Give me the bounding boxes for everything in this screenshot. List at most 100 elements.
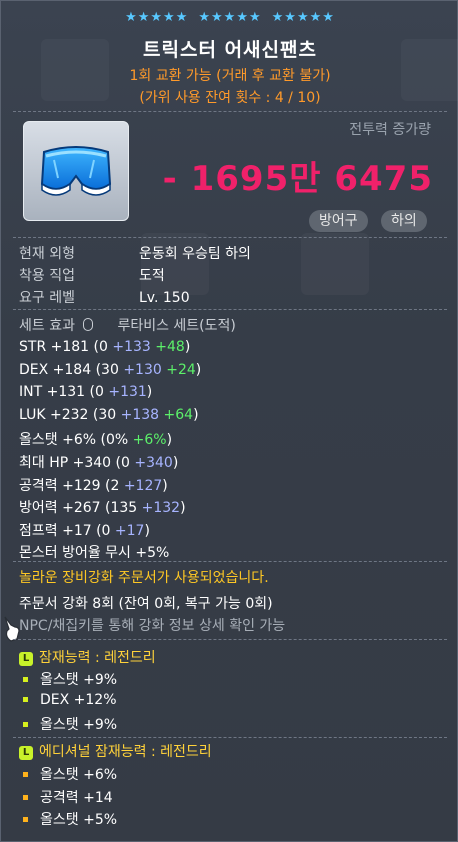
divider xyxy=(13,639,447,641)
stat-row: LUK +232 (30 +138 +64) xyxy=(19,407,199,423)
stat-name: 몬스터 방어율 무시 xyxy=(19,545,136,562)
stat-row: 공격력 +129 (2 +127) xyxy=(19,475,168,495)
bullet-icon xyxy=(23,817,28,822)
stat-enhance: +340 xyxy=(134,455,173,471)
star-icon: ★ xyxy=(284,10,297,25)
stat-base: (30 xyxy=(88,406,121,423)
info-row-job: 착용 직업 도적 xyxy=(19,265,165,285)
potential-text: 올스탯 +5% xyxy=(40,812,118,828)
info-key: 요구 레벨 xyxy=(19,290,75,306)
stat-base: (135 xyxy=(100,500,142,517)
potential-text: 올스탯 +6% xyxy=(40,767,118,783)
stat-enhance: +132 xyxy=(141,500,181,517)
stat-base: (30 xyxy=(91,361,124,378)
star-icon: ★ xyxy=(150,10,164,25)
stat-close: ) xyxy=(146,384,153,401)
star-icon: ★ xyxy=(137,10,151,25)
stat-bonus: +48 xyxy=(150,339,185,355)
combat-power-value: - 1695만 6475 xyxy=(162,159,433,199)
stat-name: 최대 HP xyxy=(19,455,73,471)
info-value: Lv. 150 xyxy=(139,290,190,306)
stat-close: ) xyxy=(144,522,150,539)
set-effect-label: 세트 효과 xyxy=(19,318,75,334)
stat-enhance: +17 xyxy=(114,522,145,539)
stat-row: 최대 HP +340 (0 +340) xyxy=(19,452,178,472)
stat-name: LUK xyxy=(19,406,50,423)
stat-total: +131 xyxy=(46,384,86,401)
potential-text: DEX +12% xyxy=(40,691,117,708)
potential-line: 올스탯 +9% xyxy=(23,669,117,689)
stat-enhance: +133 xyxy=(112,339,151,355)
additional-potential-header: L 에디셔널 잠재능력 : 레전드리 xyxy=(19,741,212,761)
info-row-level: 요구 레벨 Lv. 150 xyxy=(19,287,190,307)
potential-title: 잠재능력 : 레전드리 xyxy=(39,650,156,666)
item-name: 트릭스터 어새신팬츠 xyxy=(143,39,317,61)
stat-row: INT +131 (0 +131) xyxy=(19,384,152,400)
tag-bottom: 하의 xyxy=(381,210,427,232)
bullet-icon xyxy=(23,696,28,702)
trade-note: 1회 교환 가능 (거래 후 교환 불가) xyxy=(129,68,331,84)
star-icon: ★ xyxy=(163,10,176,25)
stat-bonus: +64 xyxy=(159,406,194,423)
stat-row: DEX +184 (30 +130 +24) xyxy=(19,362,201,378)
stat-name: 방어력 xyxy=(19,500,63,517)
stat-close: ) xyxy=(166,432,173,449)
stat-base: (0 xyxy=(89,339,113,355)
star-icon: ★ xyxy=(236,10,249,25)
potential-line: 올스탯 +5% xyxy=(23,809,117,829)
stat-total: +5% xyxy=(135,545,170,562)
stat-name: DEX xyxy=(19,361,53,378)
info-row-appearance: 현재 외형 운동회 우승팀 하의 xyxy=(19,243,251,263)
stat-total: +232 xyxy=(49,406,89,423)
tag-armor: 방어구 xyxy=(309,210,368,232)
divider xyxy=(13,237,447,239)
stat-enhance: +127 xyxy=(123,477,163,494)
stat-enhance: +130 xyxy=(123,361,162,378)
stat-name: STR xyxy=(19,339,51,355)
stat-bonus: +24 xyxy=(161,361,196,378)
mouse-icon xyxy=(83,318,94,331)
potential-line: 올스탯 +6% xyxy=(23,764,117,784)
stat-base: (0 xyxy=(111,455,135,471)
stat-bonus: +6% xyxy=(132,432,167,449)
star-icon: ★ xyxy=(198,10,212,25)
star-icon: ★ xyxy=(223,10,237,25)
stat-enhance: +131 xyxy=(108,384,147,401)
stat-close: ) xyxy=(195,361,202,378)
legendary-badge-icon: L xyxy=(19,652,33,666)
stat-base: (0% xyxy=(96,432,133,449)
background-slot xyxy=(301,233,369,295)
stat-name: 점프력 xyxy=(19,522,63,539)
star-icon: ★ xyxy=(175,10,189,25)
stat-close: ) xyxy=(162,477,168,494)
stat-row: STR +181 (0 +133 +48) xyxy=(19,339,190,355)
stat-close: ) xyxy=(193,406,199,423)
blue-shorts-icon xyxy=(40,146,112,196)
potential-line: DEX +12% xyxy=(23,692,117,708)
info-value: 도적 xyxy=(139,268,165,284)
stat-total: +129 xyxy=(62,477,101,494)
stat-base: (2 xyxy=(100,477,124,494)
bullet-icon xyxy=(23,794,28,800)
stat-total: +17 xyxy=(62,522,92,539)
stat-row: 방어력 +267 (135 +132) xyxy=(19,497,186,517)
divider xyxy=(13,309,447,311)
stat-row: 점프력 +17 (0 +17) xyxy=(19,520,150,540)
star-icon: ★ xyxy=(322,10,335,25)
star-icon: ★ xyxy=(296,10,310,25)
potential-text: 공격력 +14 xyxy=(40,789,113,806)
stat-name: 공격력 xyxy=(19,477,63,494)
info-key: 현재 외형 xyxy=(19,246,75,262)
divider xyxy=(13,737,447,739)
stat-row: 몬스터 방어율 무시 +5% xyxy=(19,542,169,562)
bullet-icon xyxy=(23,677,28,682)
set-effect-value: 루타비스 세트(도적) xyxy=(117,318,236,334)
stat-total: +184 xyxy=(52,361,92,378)
stat-total: +340 xyxy=(72,455,112,471)
stat-total: +6% xyxy=(62,432,97,449)
star-icon: ★ xyxy=(248,10,262,25)
stat-base: (0 xyxy=(91,522,115,539)
legendary-badge-icon: L xyxy=(19,746,33,760)
potential-line: 공격력 +14 xyxy=(23,787,113,807)
stat-enhance: +138 xyxy=(120,406,160,423)
